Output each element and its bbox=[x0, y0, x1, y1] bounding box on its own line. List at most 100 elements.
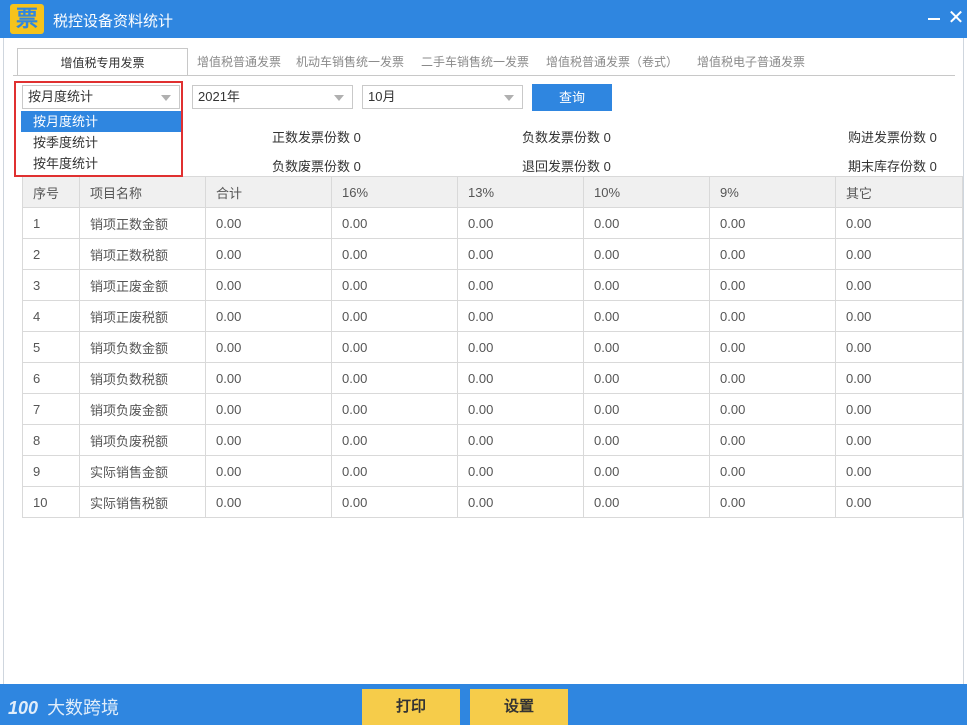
table-cell: 9 bbox=[22, 455, 80, 487]
table-row[interactable]: 10 实际销售税额 0.00 0.00 0.00 0.00 0.00 0.00 bbox=[22, 486, 963, 518]
table-cell: 0.00 bbox=[709, 269, 836, 301]
month-select[interactable]: 10月 bbox=[362, 85, 523, 109]
table-cell: 销项负数金额 bbox=[79, 331, 206, 363]
table-cell: 0.00 bbox=[709, 455, 836, 487]
chevron-down-icon bbox=[161, 95, 171, 101]
table-cell: 0.00 bbox=[331, 238, 458, 270]
dropdown-option-yearly[interactable]: 按年度统计 bbox=[21, 153, 181, 174]
table-cell: 0.00 bbox=[709, 238, 836, 270]
print-button[interactable]: 打印 bbox=[362, 689, 460, 725]
column-header: 13% bbox=[457, 176, 584, 208]
period-type-select[interactable]: 按月度统计 bbox=[22, 85, 180, 109]
table-cell: 0.00 bbox=[583, 455, 710, 487]
column-header: 其它 bbox=[835, 176, 963, 208]
column-header: 10% bbox=[583, 176, 710, 208]
table-cell: 销项负废税额 bbox=[79, 424, 206, 456]
table-cell: 6 bbox=[22, 362, 80, 394]
table-cell: 0.00 bbox=[457, 424, 584, 456]
table-cell: 0.00 bbox=[331, 207, 458, 239]
dropdown-option-quarterly[interactable]: 按季度统计 bbox=[21, 132, 181, 153]
watermark-logo: 100 bbox=[8, 698, 39, 718]
table-cell: 0.00 bbox=[457, 486, 584, 518]
table-row[interactable]: 1 销项正数金额 0.00 0.00 0.00 0.00 0.00 0.00 bbox=[22, 207, 963, 239]
table-cell: 8 bbox=[22, 424, 80, 456]
table-cell: 0.00 bbox=[331, 455, 458, 487]
table-cell: 销项正数税额 bbox=[79, 238, 206, 270]
table-cell: 0.00 bbox=[709, 331, 836, 363]
stat-negative-invoices: 负数发票份数 0 bbox=[522, 130, 611, 145]
table-cell: 0.00 bbox=[331, 486, 458, 518]
minimize-icon[interactable] bbox=[924, 6, 944, 30]
tab-vat-electronic[interactable]: 增值税电子普通发票 bbox=[697, 48, 805, 76]
chevron-down-icon bbox=[504, 95, 514, 101]
table-cell: 0.00 bbox=[205, 486, 332, 518]
table-cell: 0.00 bbox=[709, 393, 836, 425]
settings-button[interactable]: 设置 bbox=[470, 689, 568, 725]
table-cell: 0.00 bbox=[457, 362, 584, 394]
tab-motor-vehicle[interactable]: 机动车销售统一发票 bbox=[296, 48, 404, 76]
table-cell: 0.00 bbox=[457, 207, 584, 239]
table-row[interactable]: 7 销项负废金额 0.00 0.00 0.00 0.00 0.00 0.00 bbox=[22, 393, 963, 425]
column-header: 9% bbox=[709, 176, 836, 208]
table-cell: 0.00 bbox=[331, 393, 458, 425]
table-cell: 销项正废金额 bbox=[79, 269, 206, 301]
month-value: 10月 bbox=[368, 89, 396, 104]
table-cell: 0.00 bbox=[709, 207, 836, 239]
tab-used-car[interactable]: 二手车销售统一发票 bbox=[421, 48, 529, 76]
column-header: 项目名称 bbox=[79, 176, 206, 208]
table-row[interactable]: 3 销项正废金额 0.00 0.00 0.00 0.00 0.00 0.00 bbox=[22, 269, 963, 301]
table-cell: 实际销售金额 bbox=[79, 455, 206, 487]
table-cell: 0.00 bbox=[835, 300, 963, 332]
tab-vat-special[interactable]: 增值税专用发票 bbox=[17, 48, 188, 76]
stat-negative-void-invoices: 负数废票份数 0 bbox=[272, 159, 361, 174]
table-cell: 0.00 bbox=[457, 300, 584, 332]
table-cell: 0.00 bbox=[457, 455, 584, 487]
table-cell: 0.00 bbox=[709, 300, 836, 332]
table-cell: 0.00 bbox=[709, 424, 836, 456]
table-row[interactable]: 9 实际销售金额 0.00 0.00 0.00 0.00 0.00 0.00 bbox=[22, 455, 963, 487]
table-row[interactable]: 5 销项负数金额 0.00 0.00 0.00 0.00 0.00 0.00 bbox=[22, 331, 963, 363]
table-cell: 2 bbox=[22, 238, 80, 270]
stat-ending-stock: 期末库存份数 0 bbox=[848, 159, 937, 174]
table-cell: 0.00 bbox=[583, 362, 710, 394]
close-icon[interactable]: ✕ bbox=[946, 4, 966, 32]
table-cell: 0.00 bbox=[457, 393, 584, 425]
table-cell: 0.00 bbox=[457, 238, 584, 270]
table-cell: 0.00 bbox=[205, 424, 332, 456]
table-cell: 0.00 bbox=[457, 331, 584, 363]
table-cell: 10 bbox=[22, 486, 80, 518]
period-type-dropdown: 按月度统计 按季度统计 按年度统计 bbox=[21, 111, 181, 175]
statistics-table: 序号 项目名称 合计 16% 13% 10% 9% 其它 1 销项正数金额 0.00… bbox=[22, 176, 963, 518]
table-cell: 1 bbox=[22, 207, 80, 239]
table-cell: 0.00 bbox=[583, 393, 710, 425]
table-cell: 0.00 bbox=[835, 331, 963, 363]
window-title: 税控设备资料统计 bbox=[53, 13, 174, 30]
chevron-down-icon bbox=[334, 95, 344, 101]
tab-vat-roll[interactable]: 增值税普通发票（卷式） bbox=[546, 48, 678, 76]
table-cell: 0.00 bbox=[583, 207, 710, 239]
table-cell: 销项正数金额 bbox=[79, 207, 206, 239]
table-cell: 0.00 bbox=[331, 424, 458, 456]
table-row[interactable]: 4 销项正废税额 0.00 0.00 0.00 0.00 0.00 0.00 bbox=[22, 300, 963, 332]
title-bar: 票 税控设备资料统计 ✕ bbox=[0, 0, 967, 38]
query-button[interactable]: 查询 bbox=[532, 84, 612, 111]
table-cell: 0.00 bbox=[583, 424, 710, 456]
column-header: 16% bbox=[331, 176, 458, 208]
table-row[interactable]: 6 销项负数税额 0.00 0.00 0.00 0.00 0.00 0.00 bbox=[22, 362, 963, 394]
table-cell: 0.00 bbox=[835, 269, 963, 301]
stat-returned-invoices: 退回发票份数 0 bbox=[522, 159, 611, 174]
table-cell: 0.00 bbox=[709, 362, 836, 394]
table-cell: 销项负废金额 bbox=[79, 393, 206, 425]
year-select[interactable]: 2021年 bbox=[192, 85, 353, 109]
table-row[interactable]: 2 销项正数税额 0.00 0.00 0.00 0.00 0.00 0.00 bbox=[22, 238, 963, 270]
watermark-text: 大数跨境 bbox=[47, 698, 120, 718]
tab-vat-normal[interactable]: 增值税普通发票 bbox=[197, 48, 281, 76]
table-cell: 0.00 bbox=[835, 455, 963, 487]
table-cell: 0.00 bbox=[835, 486, 963, 518]
table-cell: 0.00 bbox=[583, 331, 710, 363]
table-cell: 0.00 bbox=[835, 207, 963, 239]
table-row[interactable]: 8 销项负废税额 0.00 0.00 0.00 0.00 0.00 0.00 bbox=[22, 424, 963, 456]
table-cell: 4 bbox=[22, 300, 80, 332]
dropdown-option-monthly[interactable]: 按月度统计 bbox=[21, 111, 181, 132]
table-cell: 0.00 bbox=[835, 393, 963, 425]
